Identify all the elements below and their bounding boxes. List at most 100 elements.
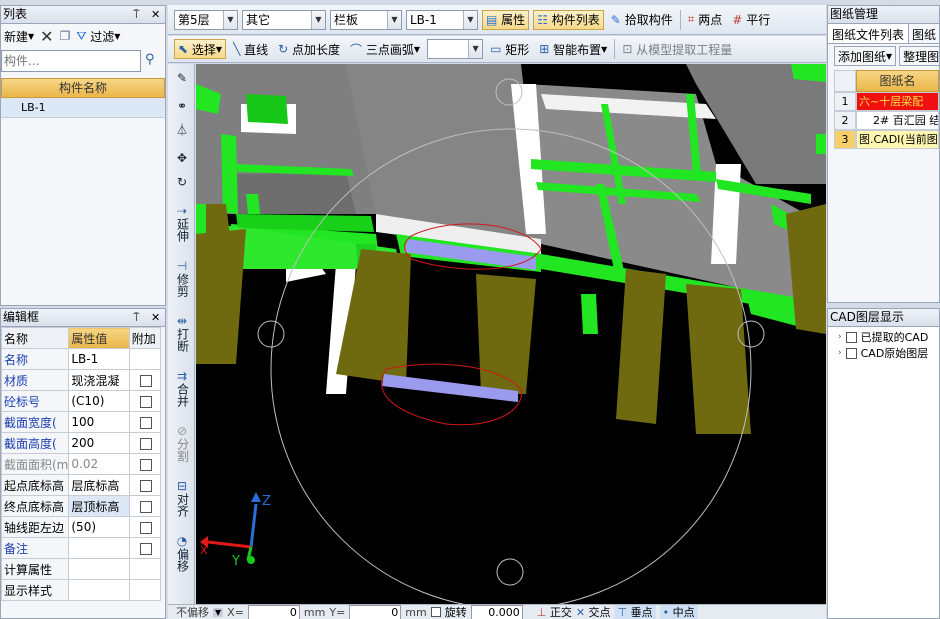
pick-component-button[interactable]: ✎ 拾取构件 [608, 10, 676, 30]
ortho-button[interactable]: ⊥ 正交 [537, 605, 572, 619]
pin-icon[interactable]: ⍑ [133, 309, 140, 326]
rotate-icon[interactable]: ↻ [171, 176, 193, 189]
property-row[interactable]: 材质 现浇混凝 [1, 369, 162, 391]
midpoint-button[interactable]: • 中点 [659, 605, 698, 619]
trim-tool[interactable]: ⊣ 修剪 [171, 260, 193, 300]
select-button[interactable]: ⬉ 选择 ▼ [174, 39, 227, 59]
property-row[interactable]: 名称 LB-1 [1, 348, 162, 370]
component-list-row[interactable]: LB-1 [1, 98, 165, 118]
property-extra [128, 411, 162, 433]
layer-checkbox[interactable] [845, 347, 857, 359]
property-row[interactable]: 截面面积(m 0.02 [1, 453, 162, 475]
property-value[interactable]: 100 [68, 411, 130, 433]
y-input[interactable]: 0 [349, 605, 402, 619]
chevron-down-icon: ▼ [223, 10, 237, 29]
property-row[interactable]: 截面高度(200 [1, 432, 162, 454]
extra-checkbox[interactable] [139, 416, 152, 429]
cad-layer-item[interactable]: › 已提取的CAD [838, 329, 939, 345]
property-value[interactable] [68, 579, 130, 601]
property-row[interactable]: 显示样式 [1, 579, 162, 601]
rectangle-button[interactable]: ▭ 矩形 [487, 39, 532, 59]
property-value[interactable]: 0.02 [68, 453, 130, 475]
point-length-button[interactable]: ↻ 点加长度 [275, 39, 343, 59]
tab-drawing-files[interactable]: 图纸文件列表 [828, 24, 910, 43]
perpendicular-button[interactable]: ⊤ 垂点 [614, 605, 656, 619]
extract-model-button[interactable]: ⊡ 从模型提取工程量 [619, 39, 735, 59]
property-value[interactable]: (C10) [68, 390, 130, 412]
extra-checkbox[interactable] [139, 374, 152, 387]
copy-icon[interactable]: ❐ [57, 26, 74, 46]
property-row[interactable]: 计算属性 [1, 558, 162, 580]
floor-select[interactable]: 第5层 ▼ [174, 9, 238, 30]
component-search-input[interactable] [1, 50, 141, 72]
extra-checkbox[interactable] [139, 521, 152, 534]
draw-mode-select[interactable]: ▼ [427, 39, 484, 59]
extra-checkbox[interactable] [139, 500, 152, 513]
property-row[interactable]: 起点底标高 层底标高 [1, 474, 162, 496]
property-row[interactable]: 截面宽度(100 [1, 411, 162, 433]
3d-viewport[interactable]: Z X Y [196, 64, 826, 604]
delete-icon[interactable]: ✕ [37, 26, 56, 46]
extend-tool[interactable]: ⇢ 延伸 [171, 205, 193, 245]
drawing-row[interactable]: 3 图.CADI(当前图 [834, 130, 939, 149]
x-input[interactable]: 0 [247, 605, 300, 619]
pin-icon[interactable]: ⍑ [133, 6, 140, 23]
filter-button[interactable]: ⛛ 过滤 ▼ [73, 26, 123, 46]
pencil-icon[interactable]: ✎ [171, 72, 193, 85]
extra-checkbox[interactable] [139, 395, 152, 408]
split-tool[interactable]: ⊘ 分割 [171, 425, 193, 465]
new-button[interactable]: 新建 ▼ [1, 26, 37, 46]
property-row[interactable]: 轴线距左边 (50) [1, 516, 162, 538]
close-icon[interactable]: ✕ [151, 6, 160, 23]
property-value[interactable]: 层顶标高 [68, 495, 130, 517]
cad-layer-item[interactable]: › CAD原始图层 [838, 345, 939, 361]
extra-checkbox[interactable] [139, 458, 152, 471]
property-value[interactable]: (50) [68, 516, 130, 538]
copy-shapes-icon[interactable]: ⚭ [171, 100, 193, 113]
expand-arrow-icon[interactable]: › [838, 332, 842, 342]
property-value[interactable]: 现浇混凝 [68, 369, 130, 391]
add-drawing-button[interactable]: 添加图纸 ▼ [834, 46, 897, 66]
drawing-row[interactable]: 2 2# 百汇园 结 [834, 111, 939, 130]
property-value[interactable]: LB-1 [68, 348, 130, 370]
drawing-row[interactable]: 1 六~十层梁配 [834, 92, 939, 111]
property-name: 显示样式 [1, 579, 70, 601]
break-tool[interactable]: ⇹ 打断 [171, 315, 193, 355]
offset-tool[interactable]: ◔ 偏移 [171, 535, 193, 575]
layer-checkbox[interactable] [845, 331, 857, 343]
no-offset-select[interactable]: 不偏移 [176, 605, 209, 619]
properties-button[interactable]: ▤ 属性 [482, 9, 530, 30]
line-button[interactable]: ╲ 直线 [230, 39, 271, 59]
chevron-down-icon[interactable]: ▼ [213, 607, 224, 617]
move-icon[interactable]: ✥ [171, 152, 193, 165]
close-icon[interactable]: ✕ [151, 309, 160, 326]
search-icon[interactable]: ⚲ [145, 52, 155, 67]
rotate-checkbox[interactable] [430, 607, 441, 617]
property-value[interactable] [68, 537, 130, 559]
extra-checkbox[interactable] [139, 479, 152, 492]
merge-tool[interactable]: ⇉ 合并 [171, 370, 193, 410]
smart-layout-button[interactable]: ⊞ 智能布置 ▼ [536, 39, 610, 59]
two-points-button[interactable]: ⌗ 两点 [685, 10, 726, 30]
property-row[interactable]: 备注 [1, 537, 162, 559]
mirror-icon[interactable]: ⏃ [171, 124, 193, 137]
three-point-arc-button[interactable]: ⌒ 三点画弧 ▼ [347, 39, 423, 59]
expand-arrow-icon[interactable]: › [838, 348, 842, 358]
property-value[interactable]: 层底标高 [68, 474, 130, 496]
tab-drawing-other[interactable]: 图纸 [909, 24, 939, 43]
extra-checkbox[interactable] [139, 542, 152, 555]
property-value[interactable] [68, 558, 130, 580]
parallel-button[interactable]: # 平行 [729, 10, 773, 30]
intersect-button[interactable]: ✕ 交点 [576, 605, 611, 619]
category-select[interactable]: 其它 ▼ [242, 9, 326, 30]
component-select[interactable]: LB-1 ▼ [406, 9, 478, 30]
organize-drawing-button[interactable]: 整理图 [899, 46, 939, 66]
rotate-input[interactable]: 0.000 [470, 605, 523, 619]
property-row[interactable]: 终点底标高 层顶标高 [1, 495, 162, 517]
align-tool[interactable]: ⊟ 对齐 [171, 480, 193, 520]
component-list-button[interactable]: ☷ 构件列表 [533, 9, 604, 30]
property-row[interactable]: 砼标号 (C10) [1, 390, 162, 412]
property-value[interactable]: 200 [68, 432, 130, 454]
extra-checkbox[interactable] [139, 437, 152, 450]
type-select[interactable]: 栏板 ▼ [330, 9, 402, 30]
